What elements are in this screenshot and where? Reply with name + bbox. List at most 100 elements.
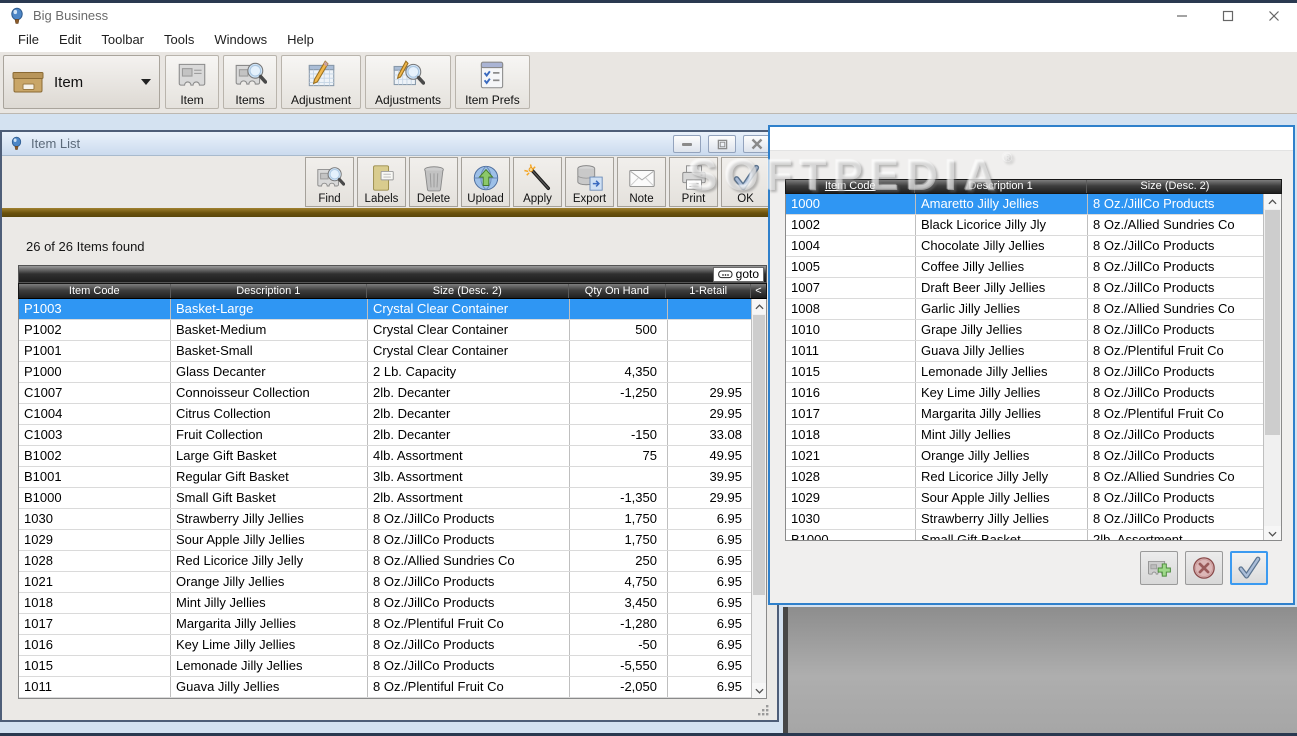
picker-row[interactable]: 1030 Strawberry Jilly Jellies 8 Oz./JillCo… [786, 509, 1265, 530]
item-list-close-button[interactable] [743, 135, 771, 153]
picker-row[interactable]: 1008 Garlic Jilly Jellies 8 Oz./Allied Sun… [786, 299, 1265, 320]
item-row[interactable]: 1030 Strawberry Jilly Jellies 8 Oz./JillCo… [19, 509, 766, 530]
maximize-button[interactable] [1205, 3, 1251, 28]
column-header[interactable]: Size (Desc. 2) [1087, 180, 1263, 193]
scroll-down-button[interactable] [1264, 526, 1281, 540]
toolbar-button-label: Adjustments [375, 93, 442, 107]
toolbar-button-adjustment[interactable]: Adjustment [281, 55, 362, 109]
item-row[interactable]: 1016 Key Lime Jilly Jellies 8 Oz./JillCo P… [19, 635, 766, 656]
column-header[interactable]: Description 1 [171, 284, 368, 298]
column-header[interactable]: Item Code [19, 284, 171, 298]
module-selector-dropdown[interactable]: Item [3, 55, 160, 109]
picker-scrollbar[interactable] [1263, 194, 1281, 540]
column-header[interactable]: Qty On Hand [569, 284, 667, 298]
ok-check-icon [1236, 555, 1262, 581]
item-row[interactable]: 1029 Sour Apple Jilly Jellies 8 Oz./JillCo… [19, 530, 766, 551]
column-header[interactable]: < [751, 284, 766, 298]
ok-button[interactable]: OK [721, 157, 770, 207]
toolbar-button-items[interactable]: Items [223, 55, 277, 109]
cell: Orange Jilly Jellies [171, 572, 368, 592]
item-row[interactable]: C1003 Fruit Collection 2lb. Decanter -150 33… [19, 425, 766, 446]
labels-icon [367, 163, 397, 193]
item-row[interactable]: P1001 Basket-Small Crystal Clear Container [19, 341, 766, 362]
item-row[interactable]: P1000 Glass Decanter 2 Lb. Capacity 4,350 [19, 362, 766, 383]
note-button[interactable]: Note [617, 157, 666, 207]
menu-help[interactable]: Help [277, 28, 324, 52]
ok-button[interactable] [1230, 551, 1268, 585]
cell: Garlic Jilly Jellies [916, 299, 1088, 319]
item-row[interactable]: 1021 Orange Jilly Jellies 8 Oz./JillCo Pro… [19, 572, 766, 593]
column-header[interactable]: 1-Retail [666, 284, 752, 298]
item-row[interactable]: B1001 Regular Gift Basket 3lb. Assortment 3… [19, 467, 766, 488]
item-row[interactable]: 1015 Lemonade Jilly Jellies 8 Oz./JillCo P… [19, 656, 766, 677]
cancel-button[interactable] [1185, 551, 1223, 585]
resize-grip[interactable] [758, 705, 769, 716]
toolbar-button-label: Items [235, 93, 265, 107]
cell: 6.95 [668, 593, 753, 613]
cell: 6.95 [668, 656, 753, 676]
close-button[interactable] [1251, 3, 1297, 28]
menu-toolbar[interactable]: Toolbar [91, 28, 154, 52]
item-row[interactable]: 1011 Guava Jilly Jellies 8 Oz./Plentiful F… [19, 677, 766, 698]
cell: 2lb. Assortment [368, 488, 570, 508]
item-row[interactable]: 1017 Margarita Jilly Jellies 8 Oz./Plentif… [19, 614, 766, 635]
picker-row[interactable]: 1007 Draft Beer Jilly Jellies 8 Oz./JillCo… [786, 278, 1265, 299]
item-row[interactable]: B1002 Large Gift Basket 4lb. Assortment 75 4… [19, 446, 766, 467]
cell: 1010 [786, 320, 916, 340]
item-row[interactable]: 1028 Red Licorice Jilly Jelly 8 Oz./Allied… [19, 551, 766, 572]
toolbar-button-item[interactable]: Item [165, 55, 219, 109]
cell: 29.95 [668, 404, 753, 424]
item-list-titlebar[interactable]: Item List [2, 132, 777, 156]
picker-row[interactable]: B1000 Small Gift Basket 2lb. Assortment [786, 530, 1265, 540]
print-button[interactable]: Print [669, 157, 718, 207]
labels-button[interactable]: Labels [357, 157, 406, 207]
scroll-down-button[interactable] [752, 683, 766, 698]
chevron-up-icon [1268, 198, 1277, 205]
menu-edit[interactable]: Edit [49, 28, 91, 52]
add-item-button[interactable] [1140, 551, 1178, 585]
find-button[interactable]: Find [305, 157, 354, 207]
export-button[interactable]: Export [565, 157, 614, 207]
picker-row[interactable]: 1011 Guava Jilly Jellies 8 Oz./Plentiful F… [786, 341, 1265, 362]
item-row[interactable]: B1000 Small Gift Basket 2lb. Assortment -1,… [19, 488, 766, 509]
picker-row[interactable]: 1000 Amaretto Jilly Jellies 8 Oz./JillCo P… [786, 194, 1265, 215]
picker-row[interactable]: 1029 Sour Apple Jilly Jellies 8 Oz./JillCo… [786, 488, 1265, 509]
column-header[interactable]: Item Code [786, 180, 916, 193]
minimize-button[interactable] [1159, 3, 1205, 28]
delete-button[interactable]: Delete [409, 157, 458, 207]
scroll-up-button[interactable] [1264, 194, 1281, 209]
picker-row[interactable]: 1028 Red Licorice Jilly Jelly 8 Oz./Allied… [786, 467, 1265, 488]
column-header[interactable]: Size (Desc. 2) [367, 284, 569, 298]
menu-tools[interactable]: Tools [154, 28, 204, 52]
picker-row[interactable]: 1010 Grape Jilly Jellies 8 Oz./JillCo Prod… [786, 320, 1265, 341]
picker-row[interactable]: 1015 Lemonade Jilly Jellies 8 Oz./JillCo P… [786, 362, 1265, 383]
picker-row[interactable]: 1017 Margarita Jilly Jellies 8 Oz./Plentif… [786, 404, 1265, 425]
goto-button[interactable]: goto [712, 266, 764, 282]
picker-row[interactable]: 1002 Black Licorice Jilly Jly 8 Oz./Allied… [786, 215, 1265, 236]
picker-row[interactable]: 1018 Mint Jilly Jellies 8 Oz./JillCo Produ… [786, 425, 1265, 446]
column-header[interactable]: Description 1 [915, 180, 1087, 193]
item-list-minimize-button[interactable] [673, 135, 701, 153]
toolbar-button-item-prefs[interactable]: Item Prefs [455, 55, 530, 109]
menu-windows[interactable]: Windows [204, 28, 277, 52]
scrollbar-thumb[interactable] [753, 315, 765, 595]
item-row[interactable]: P1002 Basket-Medium Crystal Clear Containe… [19, 320, 766, 341]
item-table-scrollbar[interactable] [751, 299, 766, 698]
picker-row[interactable]: 1005 Coffee Jilly Jellies 8 Oz./JillCo Pro… [786, 257, 1265, 278]
scrollbar-thumb[interactable] [1265, 210, 1280, 435]
toolbar-button-adjustments[interactable]: Adjustments [365, 55, 452, 109]
scroll-up-button[interactable] [752, 299, 766, 314]
picker-table: Item Code Description 1 Size (Desc. 2) 100… [785, 179, 1282, 541]
item-row[interactable]: 1018 Mint Jilly Jellies 8 Oz./JillCo Produ… [19, 593, 766, 614]
item-row[interactable]: C1004 Citrus Collection 2lb. Decanter 29.95 [19, 404, 766, 425]
item-row[interactable]: C1007 Connoisseur Collection 2lb. Decanter… [19, 383, 766, 404]
picker-row[interactable]: 1021 Orange Jilly Jellies 8 Oz./JillCo Pro… [786, 446, 1265, 467]
item-row[interactable]: P1003 Basket-Large Crystal Clear Container [19, 299, 766, 320]
item-list-maximize-button[interactable] [708, 135, 736, 153]
upload-button[interactable]: Upload [461, 157, 510, 207]
apply-button[interactable]: Apply [513, 157, 562, 207]
cell: Crystal Clear Container [368, 299, 570, 319]
picker-row[interactable]: 1004 Chocolate Jilly Jellies 8 Oz./JillCo … [786, 236, 1265, 257]
menu-file[interactable]: File [8, 28, 49, 52]
picker-row[interactable]: 1016 Key Lime Jilly Jellies 8 Oz./JillCo P… [786, 383, 1265, 404]
